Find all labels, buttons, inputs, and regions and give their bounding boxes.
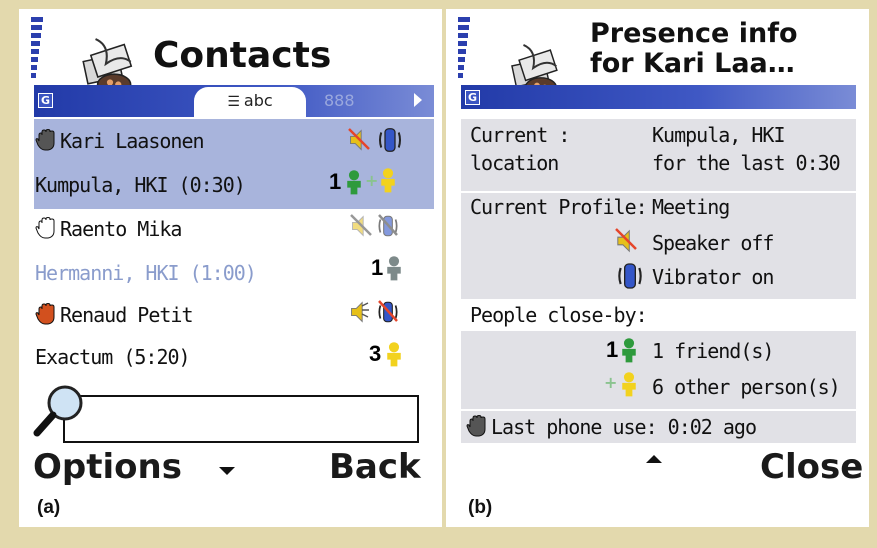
friend-icon	[345, 169, 363, 195]
contact-location: Hermanni, HKI (1:00)	[35, 261, 257, 285]
vibrator-off-icon	[378, 300, 398, 325]
speaker-on-icon	[347, 299, 369, 325]
contact-name[interactable]: Renaud Petit	[35, 303, 193, 327]
hand-icon	[35, 303, 59, 325]
contact-location: Kumpula, HKI (0:30)	[35, 173, 246, 197]
hand-icon	[466, 415, 490, 437]
options-softkey[interactable]: Options	[33, 447, 182, 487]
search-input[interactable]	[63, 395, 419, 443]
people-count: 3	[369, 341, 382, 366]
person-icon	[385, 341, 403, 367]
contact-name[interactable]: Kari Laasonen	[35, 129, 205, 153]
speaker-status: Speaker off	[652, 231, 774, 255]
close-softkey[interactable]: Close	[760, 447, 863, 487]
signal-icon	[458, 17, 470, 81]
g-indicator-icon: G	[38, 93, 53, 108]
people-count: 1	[371, 255, 384, 280]
hand-icon	[35, 217, 59, 239]
person-icon	[379, 167, 397, 193]
friends-text: 1 friend(s)	[652, 339, 774, 363]
plus-icon: +	[604, 373, 618, 392]
profile-value: Meeting	[652, 195, 730, 219]
presence-panel: Presence info for Kari Laa… G Current : lo…	[446, 9, 869, 527]
list-icon: ☰	[227, 94, 240, 110]
panel-caption: (a)	[37, 497, 61, 518]
contact-name[interactable]: Raento Mika	[35, 217, 182, 241]
tab-label: abc	[243, 91, 273, 110]
last-phone-use: Last phone use: 0:02 ago	[466, 415, 757, 439]
tab-next-arrow-icon[interactable]	[414, 93, 422, 107]
vibrator-on-icon	[375, 125, 405, 155]
chevron-up-icon[interactable]	[646, 455, 662, 463]
g-indicator-icon: G	[465, 90, 480, 105]
signal-icon	[31, 17, 43, 81]
vibrator-on-icon	[614, 261, 646, 291]
people-count: 1	[329, 169, 342, 194]
vibrator-status: Vibrator on	[652, 265, 774, 289]
friend-icon	[620, 337, 638, 363]
search-icon	[33, 385, 83, 437]
chevron-down-icon[interactable]	[219, 467, 235, 475]
page-title: Presence info for Kari Laa…	[590, 18, 798, 79]
tab-contacts[interactable]: ☰ abc	[194, 87, 306, 117]
vibrator-off-icon	[378, 214, 398, 239]
friends-count: 1	[606, 337, 619, 362]
speaker-off-icon	[615, 228, 637, 255]
hand-icon	[35, 129, 59, 151]
contact-location: Exactum (5:20)	[35, 345, 191, 369]
friend-icon	[385, 255, 403, 281]
tab-bar: G ☰ abc 888	[34, 85, 434, 117]
others-text: 6 other person(s)	[652, 375, 841, 399]
tab-groups[interactable]: 888	[324, 91, 355, 110]
speaker-off-icon	[348, 128, 370, 150]
location-value: Kumpula, HKI for the last 0:30	[652, 123, 841, 175]
speaker-off-icon	[350, 214, 372, 236]
page-title: Contacts	[153, 35, 332, 76]
header-bar: G	[461, 85, 856, 109]
people-label: People close-by:	[470, 303, 648, 327]
person-icon	[620, 371, 638, 397]
location-label: Current : location	[470, 123, 570, 175]
plus-icon: +	[365, 171, 379, 190]
contacts-panel: Contacts G ☰ abc 888 Kari Laasonen Kumpul…	[19, 9, 442, 527]
panel-caption: (b)	[468, 497, 493, 518]
back-softkey[interactable]: Back	[329, 447, 421, 487]
profile-label: Current Profile:	[470, 195, 648, 219]
